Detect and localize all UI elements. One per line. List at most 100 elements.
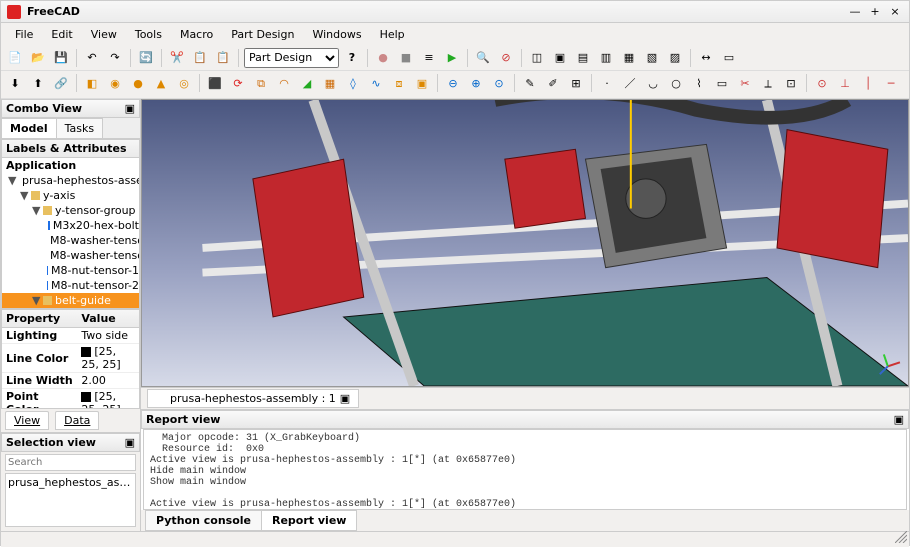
property-value[interactable]: [25, 25, 25] <box>77 389 139 410</box>
front-view-button[interactable]: ▣ <box>550 48 570 68</box>
doc-tab-close-button[interactable]: ▣ <box>340 392 350 405</box>
trim-button[interactable]: ✂ <box>735 73 755 93</box>
property-row[interactable]: Line Color[25, 25, 25] <box>2 344 139 373</box>
document-tab[interactable]: prusa-hephestos-assembly : 1 ▣ <box>147 389 359 408</box>
tree-expand-icon[interactable]: ▼ <box>32 204 40 217</box>
edit-sketch-button[interactable]: ✐ <box>543 73 563 93</box>
arc-button[interactable]: ◡ <box>643 73 663 93</box>
resize-grip-icon[interactable] <box>895 531 907 543</box>
undo-button[interactable]: ↶ <box>82 48 102 68</box>
mirror-button[interactable]: ⧉ <box>251 73 271 93</box>
property-value[interactable]: [25, 25, 25] <box>77 344 139 373</box>
pointon-button[interactable]: ⊥ <box>835 73 855 93</box>
3d-model-view[interactable] <box>142 100 908 386</box>
property-tab-data[interactable]: Data <box>55 411 99 430</box>
part-box-button[interactable]: ▭ <box>719 48 739 68</box>
property-value[interactable]: 2.00 <box>77 373 139 389</box>
prop-col-property[interactable]: Property <box>2 310 77 328</box>
prim-cone-button[interactable]: ▲ <box>151 73 171 93</box>
ruled-button[interactable]: ▦ <box>320 73 340 93</box>
sketch-button[interactable]: ✎ <box>520 73 540 93</box>
measure-distance-button[interactable]: ↔ <box>696 48 716 68</box>
macro-record-button[interactable]: ● <box>373 48 393 68</box>
map-sketch-button[interactable]: ⊞ <box>566 73 586 93</box>
copy-button[interactable]: 📋 <box>190 48 210 68</box>
report-output[interactable]: Major opcode: 31 (X_GrabKeyboard) Resour… <box>143 429 907 510</box>
menu-tools[interactable]: Tools <box>127 26 170 43</box>
paste-button[interactable]: 📋 <box>213 48 233 68</box>
selection-view-close-button[interactable]: ▣ <box>125 436 135 449</box>
fit-all-button[interactable]: 🔍 <box>473 48 493 68</box>
model-tree[interactable]: Labels & Attributes Application ▼prusa-h… <box>1 139 140 309</box>
toggle-constr-button[interactable]: ⊡ <box>781 73 801 93</box>
report-view-close-button[interactable]: ▣ <box>894 413 904 426</box>
top-view-button[interactable]: ▤ <box>573 48 593 68</box>
download-button[interactable]: ⬇ <box>5 73 25 93</box>
ext-geom-button[interactable]: ⟂ <box>758 73 778 93</box>
extrude-button[interactable]: ⬛ <box>205 73 225 93</box>
menu-windows[interactable]: Windows <box>304 26 369 43</box>
selection-list[interactable]: prusa_hephestos_assembly.Compound0 <box>5 473 136 527</box>
vertical-button[interactable]: │ <box>858 73 878 93</box>
tab-python-console[interactable]: Python console <box>145 510 262 531</box>
revolve-button[interactable]: ⟳ <box>228 73 248 93</box>
property-tab-view[interactable]: View <box>5 411 49 430</box>
prim-sphere-button[interactable]: ● <box>128 73 148 93</box>
iso-view-button[interactable]: ◫ <box>527 48 547 68</box>
selection-search-input[interactable] <box>5 454 136 471</box>
tab-report-view[interactable]: Report view <box>261 510 357 531</box>
tree-item[interactable]: M3x20-hex-bolt <box>2 218 139 233</box>
property-value[interactable]: Two side <box>77 328 139 344</box>
prim-cyl-button[interactable]: ◉ <box>105 73 125 93</box>
boolean-cut-button[interactable]: ⊖ <box>443 73 463 93</box>
selection-entry[interactable]: prusa_hephestos_assembly.Compound0 <box>8 476 133 489</box>
menu-help[interactable]: Help <box>372 26 413 43</box>
rect-button[interactable]: ▭ <box>712 73 732 93</box>
prim-box-button[interactable]: ◧ <box>82 73 102 93</box>
point-button[interactable]: · <box>597 73 617 93</box>
boolean-common-button[interactable]: ⊙ <box>489 73 509 93</box>
back-view-button[interactable]: ▦ <box>619 48 639 68</box>
window-close-button[interactable]: × <box>887 4 903 20</box>
macro-play-button[interactable]: ▶ <box>442 48 462 68</box>
boolean-fuse-button[interactable]: ⊕ <box>466 73 486 93</box>
drawstyle-button[interactable]: ⊘ <box>496 48 516 68</box>
offset-button[interactable]: ⧈ <box>389 73 409 93</box>
tree-expand-icon[interactable]: ▼ <box>32 294 40 307</box>
right-view-button[interactable]: ▥ <box>596 48 616 68</box>
tree-item[interactable]: M8-nut-tensor-2 <box>2 278 139 293</box>
property-row[interactable]: Line Width2.00 <box>2 373 139 389</box>
new-doc-button[interactable]: 📄 <box>5 48 25 68</box>
workbench-selector[interactable]: Part Design <box>244 48 339 68</box>
tree-root[interactable]: Application <box>2 158 139 173</box>
chamfer-button[interactable]: ◢ <box>297 73 317 93</box>
combo-view-close-button[interactable]: ▣ <box>125 102 135 115</box>
menu-partdesign[interactable]: Part Design <box>223 26 302 43</box>
tab-model[interactable]: Model <box>1 118 57 138</box>
redo-button[interactable]: ↷ <box>105 48 125 68</box>
menu-view[interactable]: View <box>83 26 125 43</box>
tree-item[interactable]: ▼belt-guide <box>2 293 139 308</box>
horizontal-button[interactable]: ─ <box>881 73 901 93</box>
tree-item[interactable]: M8-washer-tensor <box>2 248 139 263</box>
refresh-button[interactable]: 🔄 <box>136 48 156 68</box>
link-button[interactable]: 🔗 <box>51 73 71 93</box>
polyline-button[interactable]: ⌇ <box>689 73 709 93</box>
prop-col-value[interactable]: Value <box>77 310 139 328</box>
tree-expand-icon[interactable]: ▼ <box>8 174 16 187</box>
property-row[interactable]: Point Color[25, 25, 25] <box>2 389 139 410</box>
fillet-button[interactable]: ◠ <box>274 73 294 93</box>
coincident-button[interactable]: ⊙ <box>812 73 832 93</box>
tree-item[interactable]: M8-washer-tensor <box>2 233 139 248</box>
tree-item[interactable]: ▼y-tensor-group <box>2 203 139 218</box>
bottom-view-button[interactable]: ▧ <box>642 48 662 68</box>
whatsthis-button[interactable]: ? <box>342 48 362 68</box>
thickness-button[interactable]: ▣ <box>412 73 432 93</box>
left-view-button[interactable]: ▨ <box>665 48 685 68</box>
3d-viewport[interactable] <box>141 99 909 387</box>
tree-item[interactable]: ▼y-axis <box>2 188 139 203</box>
menu-file[interactable]: File <box>7 26 41 43</box>
property-row[interactable]: LightingTwo side <box>2 328 139 344</box>
tree-item[interactable]: M8-nut-tensor-1 <box>2 263 139 278</box>
upload-button[interactable]: ⬆ <box>28 73 48 93</box>
